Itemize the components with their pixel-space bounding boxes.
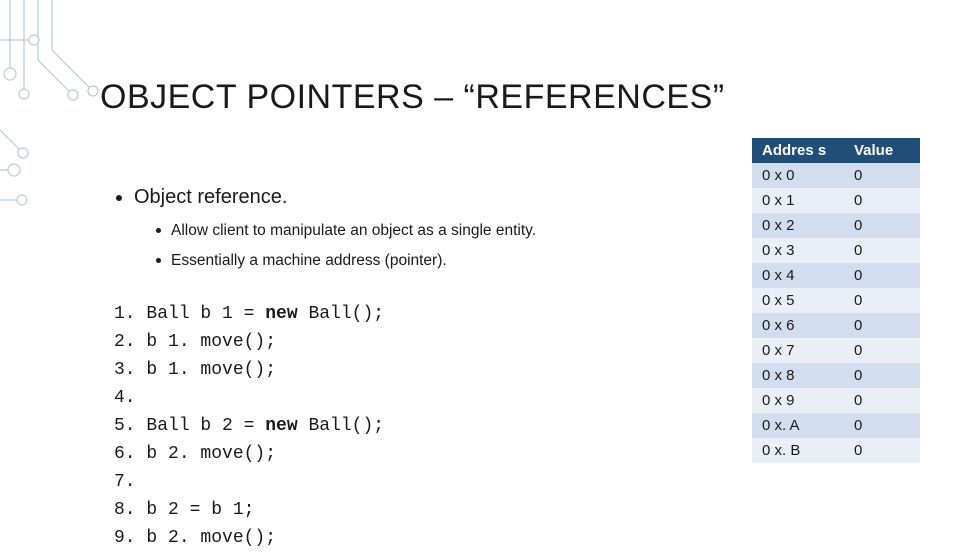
table-row: 0 x 50 (752, 288, 920, 313)
cell-address: 0 x 0 (752, 163, 844, 188)
table-row: 0 x 40 (752, 263, 920, 288)
cell-value: 0 (844, 363, 920, 388)
bullet-sub-1: Allow client to manipulate an object as … (156, 222, 536, 240)
cell-address: 0 x 2 (752, 213, 844, 238)
cell-value: 0 (844, 413, 920, 438)
code-line: 5. Ball b 2 = new Ball(); (114, 412, 384, 440)
header-address: Addres s (752, 138, 844, 163)
table-row: 0 x 90 (752, 388, 920, 413)
table-row: 0 x 20 (752, 213, 920, 238)
cell-address: 0 x 5 (752, 288, 844, 313)
table-row: 0 x 10 (752, 188, 920, 213)
cell-value: 0 (844, 213, 920, 238)
code-line: 8. b 2 = b 1; (114, 496, 384, 524)
cell-value: 0 (844, 438, 920, 463)
cell-value: 0 (844, 313, 920, 338)
table-row: 0 x 30 (752, 238, 920, 263)
cell-address: 0 x. A (752, 413, 844, 438)
cell-value: 0 (844, 238, 920, 263)
cell-address: 0 x 7 (752, 338, 844, 363)
bullet-sub-2: Essentially a machine address (pointer). (156, 252, 447, 270)
table-header-row: Addres s Value (752, 138, 920, 163)
bullet-main: Object reference. (116, 186, 676, 209)
table-row: 0 x 70 (752, 338, 920, 363)
code-block: 1. Ball b 1 = new Ball(); 2. b 1. move()… (114, 300, 384, 552)
cell-value: 0 (844, 188, 920, 213)
cell-address: 0 x 4 (752, 263, 844, 288)
table-row: 0 x. A0 (752, 413, 920, 438)
cell-value: 0 (844, 388, 920, 413)
page-title: OBJECT POINTERS – “REFERENCES” (100, 78, 725, 117)
cell-value: 0 (844, 288, 920, 313)
bullet-sub-2-text: Essentially a machine address (pointer). (171, 252, 447, 269)
table-row: 0 x 80 (752, 363, 920, 388)
code-line: 2. b 1. move(); (114, 328, 384, 356)
code-line: 6. b 2. move(); (114, 440, 384, 468)
code-line: 1. Ball b 1 = new Ball(); (114, 300, 384, 328)
cell-address: 0 x. B (752, 438, 844, 463)
cell-value: 0 (844, 263, 920, 288)
cell-address: 0 x 9 (752, 388, 844, 413)
cell-address: 0 x 8 (752, 363, 844, 388)
bullet-main-text: Object reference. (134, 186, 287, 208)
table-row: 0 x 60 (752, 313, 920, 338)
bullet-sub-1-text: Allow client to manipulate an object as … (171, 222, 536, 239)
code-line: 4. (114, 384, 384, 412)
table-row: 0 x. B0 (752, 438, 920, 463)
code-line: 7. (114, 468, 384, 496)
table-row: 0 x 00 (752, 163, 920, 188)
cell-address: 0 x 1 (752, 188, 844, 213)
memory-table: Addres s Value 0 x 00 0 x 10 0 x 20 0 x … (752, 138, 920, 463)
cell-value: 0 (844, 338, 920, 363)
cell-address: 0 x 3 (752, 238, 844, 263)
cell-address: 0 x 6 (752, 313, 844, 338)
cell-value: 0 (844, 163, 920, 188)
header-value: Value (844, 138, 920, 163)
code-line: 3. b 1. move(); (114, 356, 384, 384)
code-line: 9. b 2. move(); (114, 524, 384, 552)
